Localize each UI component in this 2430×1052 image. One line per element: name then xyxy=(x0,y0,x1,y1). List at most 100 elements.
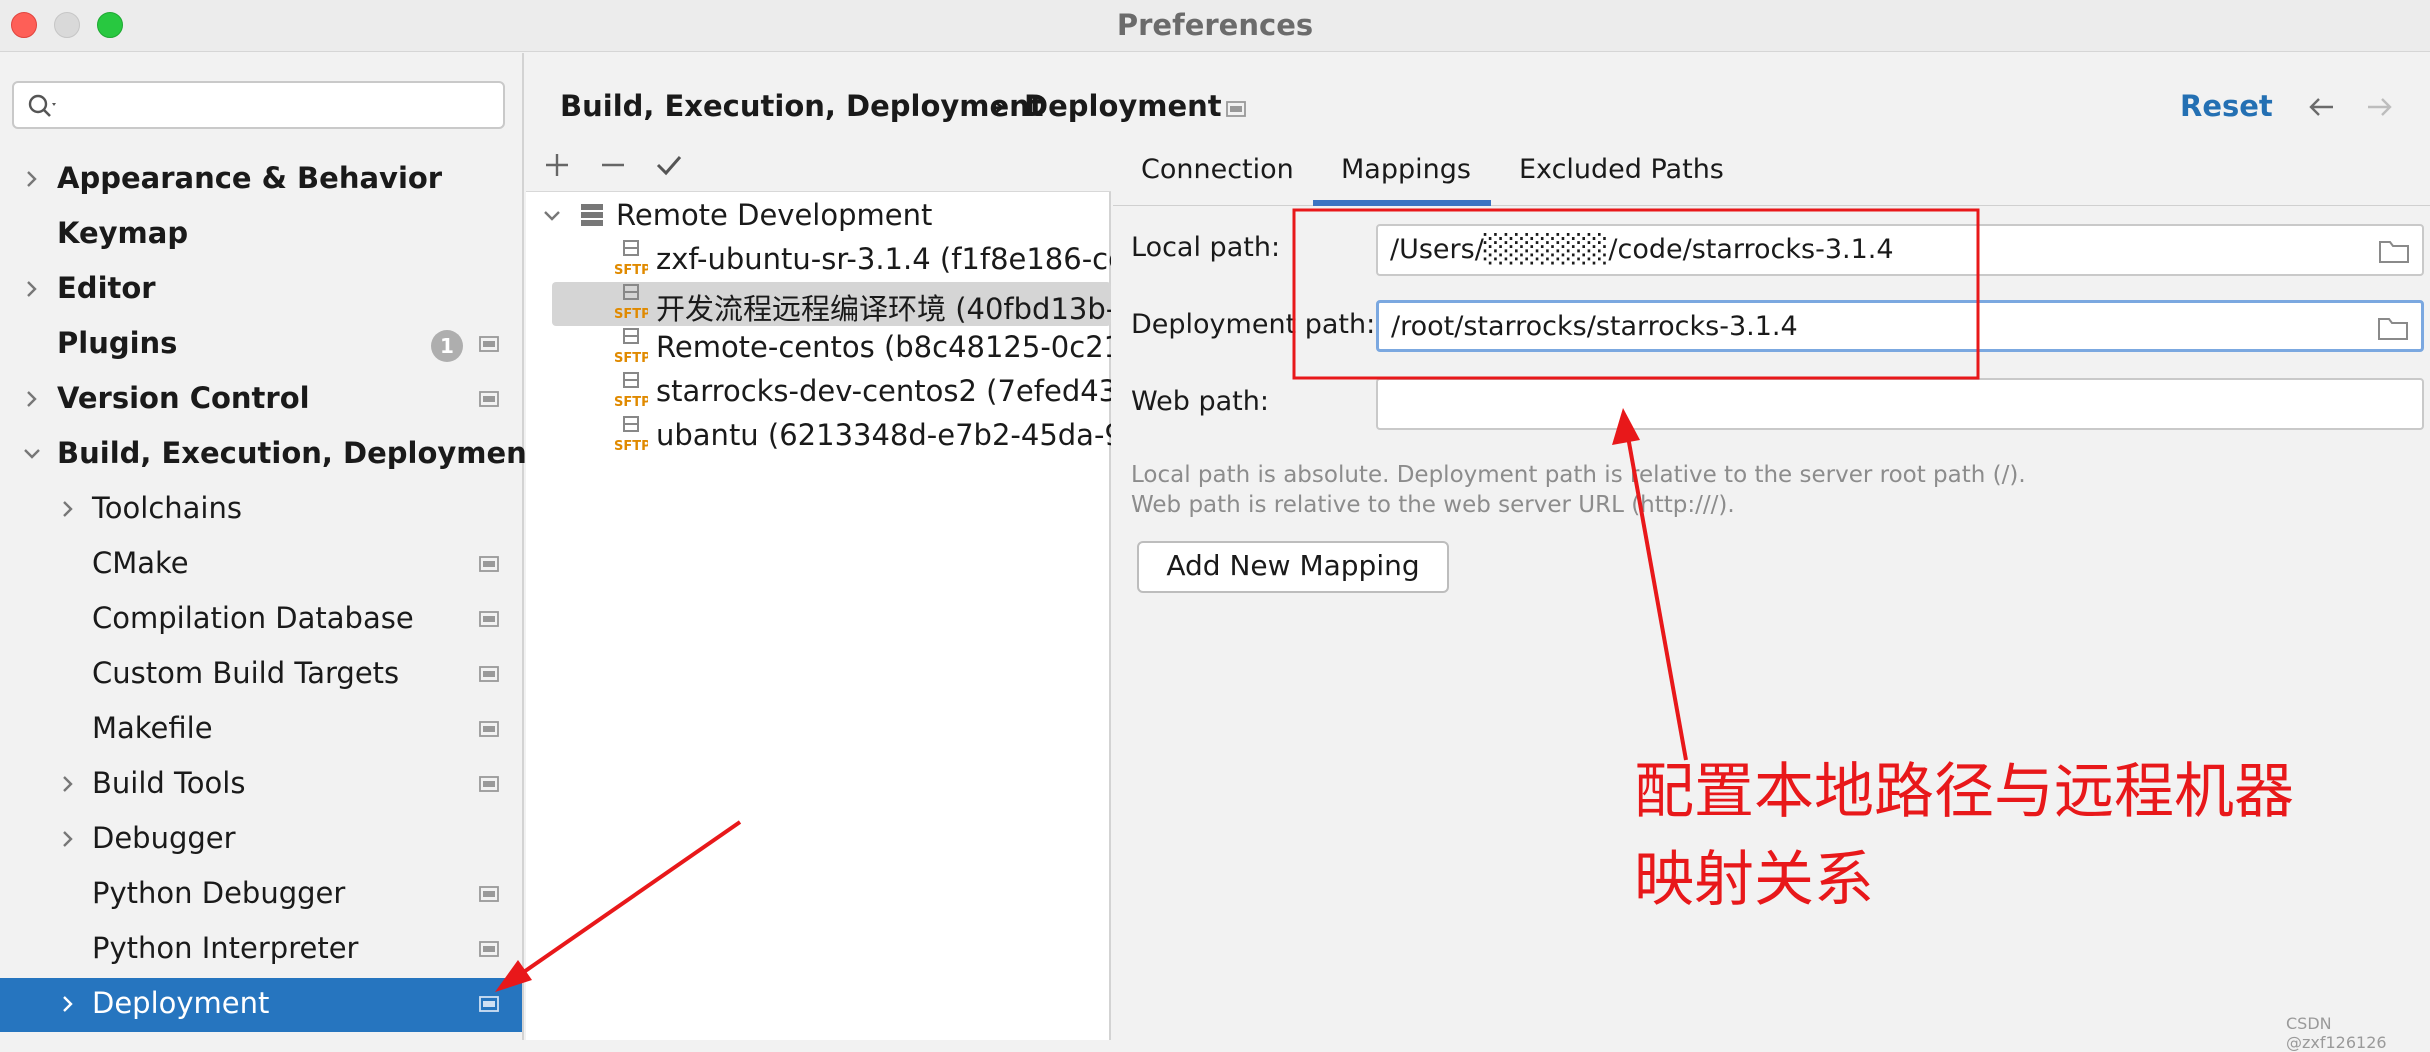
sidebar-item-label: Version Control xyxy=(57,381,310,415)
server-item[interactable]: SFTP zxf-ubuntu-sr-3.1.4 (f1f8e186-cd9 xyxy=(526,238,1111,282)
path-hint-1: Local path is absolute. Deployment path … xyxy=(1131,462,2026,488)
server-item-label: Remote-centos (b8c48125-0c21- xyxy=(656,330,1111,364)
window-title: Preferences xyxy=(1116,8,1314,42)
tab-excluded-paths[interactable]: Excluded Paths xyxy=(1519,154,1724,185)
add-new-mapping-button[interactable]: Add New Mapping xyxy=(1137,541,1449,593)
back-arrow-icon[interactable] xyxy=(2305,90,2339,124)
server-item-label: zxf-ubuntu-sr-3.1.4 (f1f8e186-cd9 xyxy=(656,242,1111,276)
project-settings-icon xyxy=(479,336,499,352)
project-settings-icon xyxy=(479,556,499,572)
svg-text:SFTP: SFTP xyxy=(614,439,648,454)
server-item[interactable]: SFTP Remote-centos (b8c48125-0c21- xyxy=(526,326,1111,370)
sidebar-item-editor[interactable]: Editor xyxy=(0,263,522,317)
plugins-update-badge: 1 xyxy=(431,330,463,362)
sidebar-item-label: Python Interpreter xyxy=(92,931,359,965)
sidebar-item-toolchains[interactable]: Toolchains xyxy=(0,483,522,537)
sidebar-item-cmake[interactable]: CMake xyxy=(0,538,522,592)
sidebar-item-label: Build, Execution, Deployment xyxy=(57,436,541,470)
breadcrumb-parent[interactable]: Build, Execution, Deployment xyxy=(560,89,1044,123)
project-settings-icon xyxy=(1226,101,1246,117)
chevron-right-icon xyxy=(63,831,73,847)
sidebar-item-label: Python Debugger xyxy=(92,876,346,910)
sidebar-item-keymap[interactable]: Keymap xyxy=(0,208,522,262)
sidebar-item-deployment[interactable]: Deployment xyxy=(0,978,522,1032)
sidebar-item-python-interpreter[interactable]: Python Interpreter xyxy=(0,923,522,977)
search-icon xyxy=(28,94,56,117)
deployment-path-field[interactable]: /root/starrocks/starrocks-3.1.4 xyxy=(1376,300,2424,352)
sidebar-item-label: Toolchains xyxy=(92,491,242,525)
page-title: Deployment xyxy=(1024,89,1222,123)
sidebar-item-makefile[interactable]: Makefile xyxy=(0,703,522,757)
deployment-path-label: Deployment path: xyxy=(1131,309,1376,340)
deployment-path-value: /root/starrocks/starrocks-3.1.4 xyxy=(1391,311,1798,342)
svg-text:SFTP: SFTP xyxy=(614,351,648,366)
watermark: CSDN @zxf126126 xyxy=(2286,1014,2387,1052)
server-item-label: ubantu (6213348d-e7b2-45da-93 xyxy=(656,418,1111,452)
sidebar-item-label: Editor xyxy=(57,271,156,305)
project-settings-icon xyxy=(479,391,499,407)
server-group-label: Remote Development xyxy=(616,198,933,232)
web-path-label: Web path: xyxy=(1131,386,1269,417)
chevron-down-icon xyxy=(24,449,40,459)
project-settings-icon xyxy=(479,611,499,627)
active-tab-indicator xyxy=(1313,200,1491,206)
server-item-label: starrocks-dev-centos2 (7efed434 xyxy=(656,374,1111,408)
sftp-server-icon: SFTP xyxy=(614,328,648,366)
project-settings-icon xyxy=(479,941,499,957)
sidebar-item-build-execution-deployment[interactable]: Build, Execution, Deployment xyxy=(0,428,541,482)
local-path-field[interactable]: /Users/░░░░░░/code/starrocks-3.1.4 xyxy=(1376,224,2424,276)
server-item[interactable]: SFTP ubantu (6213348d-e7b2-45da-93 xyxy=(526,414,1111,458)
annotation-text: 配置本地路径与远程机器 映射关系 xyxy=(1634,748,2394,924)
chevron-right-icon xyxy=(63,776,73,792)
project-settings-icon xyxy=(479,996,499,1012)
sidebar-item-python-debugger[interactable]: Python Debugger xyxy=(0,868,522,922)
server-item[interactable]: SFTP starrocks-dev-centos2 (7efed434 xyxy=(526,370,1111,414)
chevron-right-icon xyxy=(27,281,37,297)
svg-text:SFTP: SFTP xyxy=(614,263,648,278)
project-settings-icon xyxy=(479,886,499,902)
sidebar-item-appearance-behavior[interactable]: Appearance & Behavior xyxy=(0,153,522,207)
server-item-label: 开发流程远程编译环境 (40fbd13b-c xyxy=(656,292,1111,326)
sidebar-item-plugins[interactable]: Plugins 1 xyxy=(0,318,522,372)
sidebar-item-label: Build Tools xyxy=(92,766,246,800)
reset-button[interactable]: Reset xyxy=(2180,89,2273,123)
folder-icon[interactable] xyxy=(2377,315,2409,341)
server-group-icon xyxy=(581,204,603,226)
preferences-window: Preferences Appearance & Behavior Keymap… xyxy=(0,0,2430,1052)
add-icon[interactable] xyxy=(540,148,574,182)
folder-icon[interactable] xyxy=(2378,238,2410,264)
server-group-remote-development[interactable]: Remote Development xyxy=(526,194,1111,238)
annotation-line-2: 映射关系 xyxy=(1634,845,1874,915)
sidebar-item-label: Deployment xyxy=(92,986,270,1020)
sidebar-item-version-control[interactable]: Version Control xyxy=(0,373,522,427)
sidebar-item-label: Debugger xyxy=(92,821,236,855)
project-settings-icon xyxy=(479,666,499,682)
title-bar: Preferences xyxy=(0,0,2430,52)
sftp-server-icon: SFTP xyxy=(614,284,648,322)
server-item-selected[interactable]: SFTP 开发流程远程编译环境 (40fbd13b-c xyxy=(552,282,1111,326)
breadcrumb-separator: › xyxy=(993,89,1005,123)
chevron-down-icon xyxy=(544,211,560,221)
search-input[interactable] xyxy=(12,81,505,129)
sidebar-item-custom-build-targets[interactable]: Custom Build Targets xyxy=(0,648,522,702)
remove-icon[interactable] xyxy=(596,148,630,182)
sftp-server-icon: SFTP xyxy=(614,240,648,278)
sidebar-item-debugger[interactable]: Debugger xyxy=(0,813,522,867)
checkmark-icon[interactable] xyxy=(652,148,686,182)
chevron-right-icon xyxy=(27,171,37,187)
server-list-panel: Remote Development SFTP zxf-ubuntu-sr-3.… xyxy=(526,138,1111,1040)
chevron-right-icon xyxy=(63,501,73,517)
sidebar-item-label: Plugins xyxy=(57,326,178,360)
svg-text:SFTP: SFTP xyxy=(614,307,648,322)
sidebar-item-compilation-database[interactable]: Compilation Database xyxy=(0,593,522,647)
web-path-field[interactable] xyxy=(1376,378,2424,430)
tab-connection[interactable]: Connection xyxy=(1141,154,1294,185)
forward-arrow-icon[interactable] xyxy=(2362,90,2396,124)
sidebar-item-label: Keymap xyxy=(57,216,189,250)
tab-mappings[interactable]: Mappings xyxy=(1341,154,1471,185)
sftp-server-icon: SFTP xyxy=(614,416,648,454)
sidebar-item-build-tools[interactable]: Build Tools xyxy=(0,758,522,812)
project-settings-icon xyxy=(479,776,499,792)
local-path-value: /Users/░░░░░░/code/starrocks-3.1.4 xyxy=(1390,234,1894,265)
annotation-line-1: 配置本地路径与远程机器 xyxy=(1634,757,2294,827)
